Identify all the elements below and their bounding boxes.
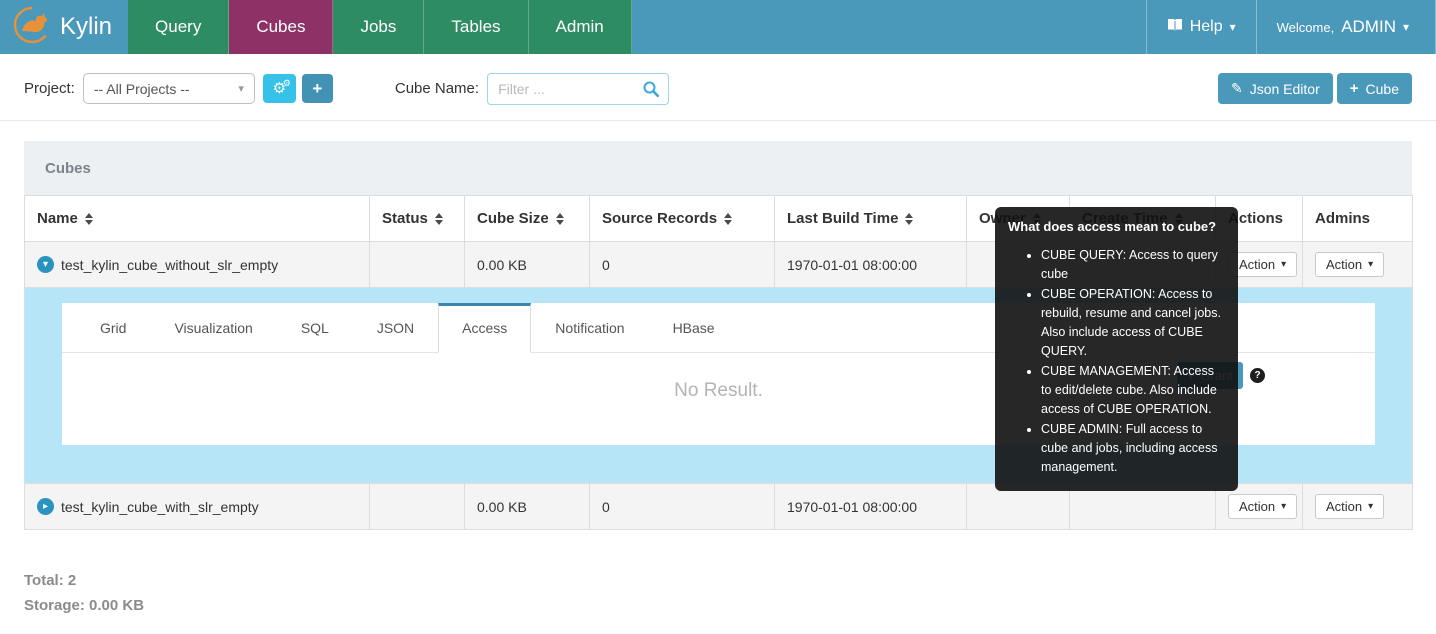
sort-icon xyxy=(85,213,93,225)
chevron-down-icon: ▾ xyxy=(238,82,244,95)
column-header-name[interactable]: Name xyxy=(25,196,370,242)
cube-name-cell: ▾ test_kylin_cube_without_slr_empty xyxy=(25,242,370,288)
column-header-last-build-time[interactable]: Last Build Time xyxy=(775,196,967,242)
panel-title: Cubes xyxy=(24,141,1412,195)
nav-item-cubes[interactable]: Cubes xyxy=(229,0,333,54)
welcome-label: Welcome, xyxy=(1277,20,1335,35)
user-dropdown[interactable]: Welcome, ADMIN ▾ xyxy=(1256,0,1436,54)
brand-title: Kylin xyxy=(60,13,112,41)
access-help-popover: What does access mean to cube? CUBE QUER… xyxy=(995,207,1238,491)
cube-size-cell: 0.00 KB xyxy=(465,242,590,288)
top-navbar: Kylin Query Cubes Jobs Tables Admin Help… xyxy=(0,0,1436,54)
kylin-logo-icon xyxy=(12,5,52,50)
navbar-right: Help ▾ Welcome, ADMIN ▾ xyxy=(1146,0,1436,54)
column-header-admins: Admins xyxy=(1303,196,1413,242)
source-records-cell: 0 xyxy=(590,484,775,530)
popover-title: What does access mean to cube? xyxy=(1008,217,1225,237)
book-icon xyxy=(1167,18,1183,37)
toolbar-divider xyxy=(0,120,1436,121)
row-action-button[interactable]: Action▾ xyxy=(1228,252,1297,277)
plus-icon: + xyxy=(312,79,322,99)
nav-item-admin[interactable]: Admin xyxy=(529,0,632,54)
popover-item: CUBE ADMIN: Full access to cube and jobs… xyxy=(1041,420,1225,477)
help-dropdown[interactable]: Help ▾ xyxy=(1146,0,1256,54)
sort-icon xyxy=(556,213,564,225)
row-action-button[interactable]: Action▾ xyxy=(1228,494,1297,519)
popover-item: CUBE MANAGEMENT: Access to edit/delete c… xyxy=(1041,362,1225,419)
cube-name-label: Cube Name: xyxy=(395,80,479,97)
tab-hbase[interactable]: HBase xyxy=(649,303,739,353)
tab-notification[interactable]: Notification xyxy=(531,303,648,353)
sort-icon xyxy=(435,213,443,225)
admin-action-button[interactable]: Action▾ xyxy=(1315,494,1384,519)
admin-action-button[interactable]: Action▾ xyxy=(1315,252,1384,277)
search-icon[interactable] xyxy=(642,80,660,103)
column-header-cube-size[interactable]: Cube Size xyxy=(465,196,590,242)
last-build-time-cell: 1970-01-01 08:00:00 xyxy=(775,484,967,530)
column-header-status[interactable]: Status xyxy=(370,196,465,242)
pencil-square-icon: ✎ xyxy=(1231,80,1243,97)
chevron-down-icon: ▾ xyxy=(1368,259,1373,270)
admins-cell: Action▾ xyxy=(1303,484,1413,530)
summary: Total: 2 Storage: 0.00 KB xyxy=(24,568,1436,618)
total-count: Total: 2 xyxy=(24,568,1436,593)
total-storage: Storage: 0.00 KB xyxy=(24,593,1436,618)
chevron-down-icon: ▾ xyxy=(1230,20,1236,34)
tab-visualization[interactable]: Visualization xyxy=(150,303,276,353)
gears-icon-small: ⚙ xyxy=(283,78,291,89)
chevron-down-icon: ▾ xyxy=(1281,501,1286,512)
cube-filter xyxy=(487,73,669,105)
username: ADMIN xyxy=(1341,17,1396,37)
status-cell xyxy=(370,484,465,530)
chevron-down-icon: ▾ xyxy=(1403,20,1409,34)
tab-json[interactable]: JSON xyxy=(353,303,438,353)
access-help-icon[interactable]: ? xyxy=(1250,368,1265,383)
add-project-button[interactable]: + xyxy=(302,74,333,103)
help-label: Help xyxy=(1190,18,1223,36)
add-cube-button[interactable]: + Cube xyxy=(1337,73,1412,104)
tab-grid[interactable]: Grid xyxy=(76,303,150,353)
sort-icon xyxy=(724,213,732,225)
project-settings-button[interactable]: ⚙ ⚙ xyxy=(263,74,296,103)
project-label: Project: xyxy=(24,80,75,97)
project-select[interactable]: -- All Projects -- ▾ xyxy=(83,73,255,104)
source-records-cell: 0 xyxy=(590,242,775,288)
expand-row-icon[interactable]: ▸ xyxy=(37,498,54,515)
cube-name-cell: ▸ test_kylin_cube_with_slr_empty xyxy=(25,484,370,530)
popover-item: CUBE OPERATION: Access to rebuild, resum… xyxy=(1041,285,1225,361)
cube-size-cell: 0.00 KB xyxy=(465,484,590,530)
sort-icon xyxy=(905,213,913,225)
chevron-down-icon: ▾ xyxy=(1368,501,1373,512)
cube-name[interactable]: test_kylin_cube_with_slr_empty xyxy=(61,499,259,515)
chevron-down-icon: ▾ xyxy=(1281,259,1286,270)
popover-list: CUBE QUERY: Access to query cube CUBE OP… xyxy=(1008,246,1225,477)
plus-icon: + xyxy=(1350,80,1359,97)
admins-cell: Action▾ xyxy=(1303,242,1413,288)
json-editor-button[interactable]: ✎ Json Editor xyxy=(1218,73,1333,104)
main-nav: Query Cubes Jobs Tables Admin xyxy=(128,0,632,54)
collapse-row-icon[interactable]: ▾ xyxy=(37,256,54,273)
last-build-time-cell: 1970-01-01 08:00:00 xyxy=(775,242,967,288)
tab-sql[interactable]: SQL xyxy=(277,303,353,353)
popover-item: CUBE QUERY: Access to query cube xyxy=(1041,246,1225,284)
add-cube-label: Cube xyxy=(1366,81,1399,97)
cube-name[interactable]: test_kylin_cube_without_slr_empty xyxy=(61,257,278,273)
project-selected-value: -- All Projects -- xyxy=(94,81,190,97)
json-editor-label: Json Editor xyxy=(1250,81,1320,97)
column-header-source-records[interactable]: Source Records xyxy=(590,196,775,242)
nav-item-jobs[interactable]: Jobs xyxy=(333,0,424,54)
nav-item-tables[interactable]: Tables xyxy=(424,0,528,54)
status-cell xyxy=(370,242,465,288)
brand[interactable]: Kylin xyxy=(0,0,128,54)
toolbar: Project: -- All Projects -- ▾ ⚙ ⚙ + Cube… xyxy=(24,72,1412,105)
nav-item-query[interactable]: Query xyxy=(128,0,229,54)
tab-access[interactable]: Access xyxy=(438,303,531,353)
